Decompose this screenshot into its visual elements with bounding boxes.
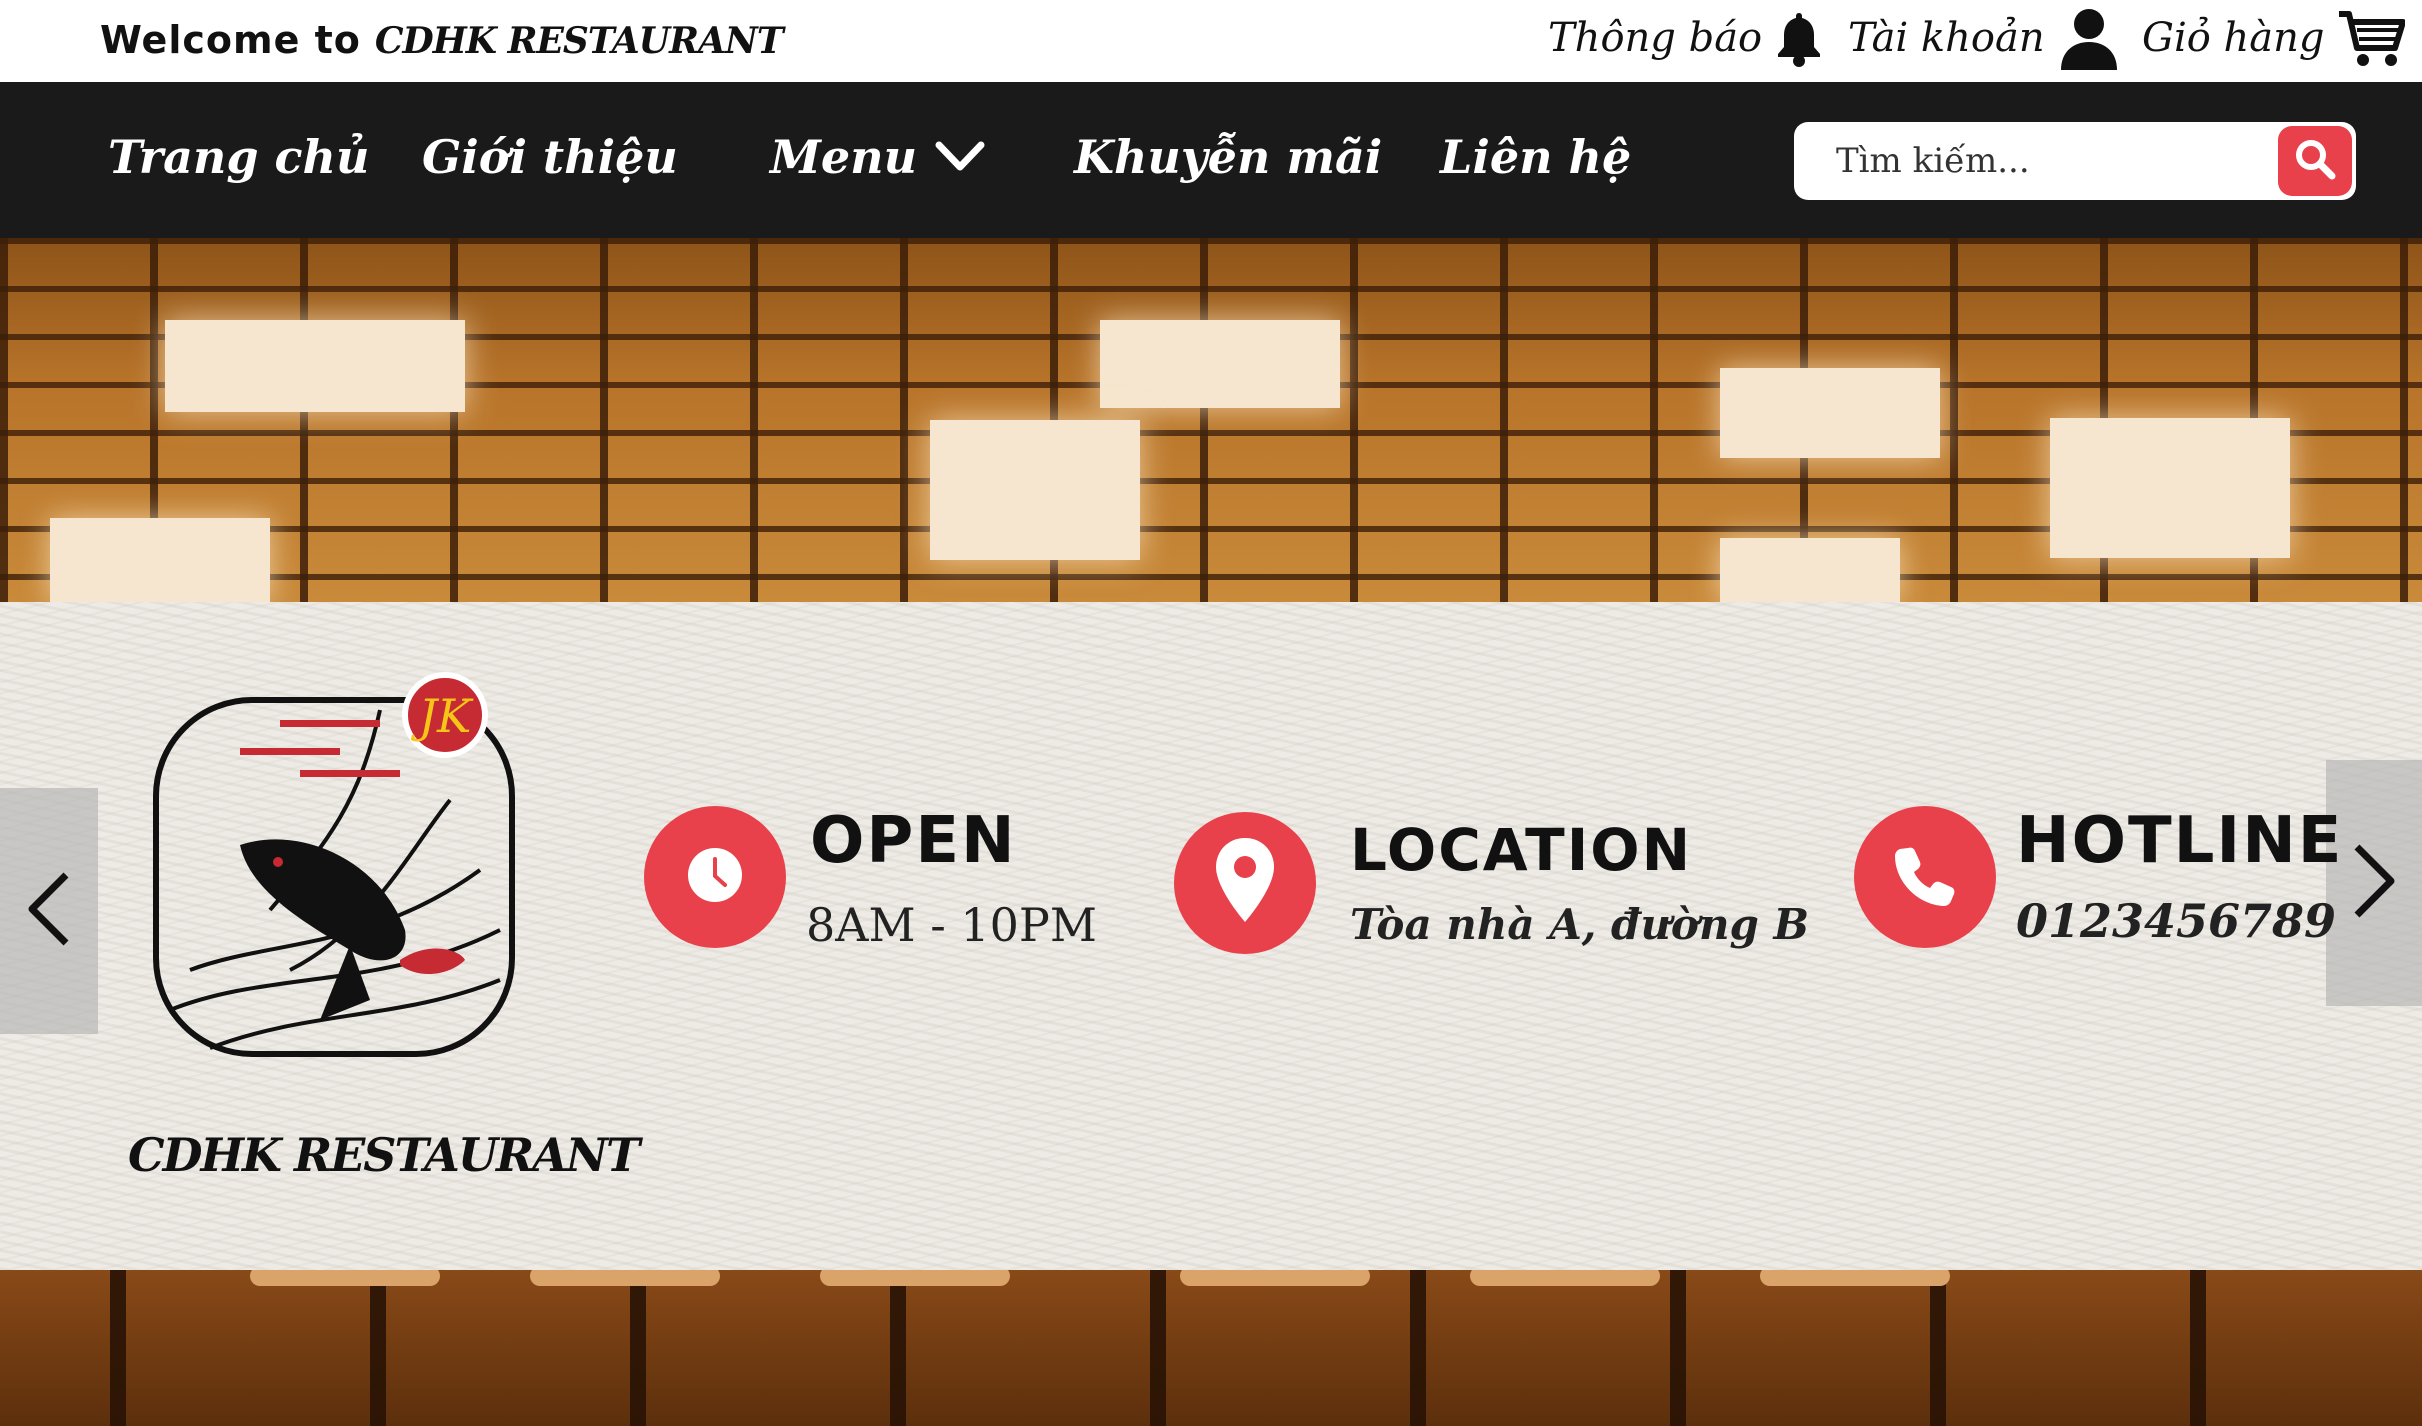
account-label: Tài khoản <box>1848 15 2045 61</box>
nav-item-about[interactable]: Giới thiệu <box>422 122 678 192</box>
ceiling-lamp <box>165 320 465 412</box>
search-icon <box>2293 137 2337 185</box>
carousel-prev-button[interactable] <box>0 788 98 1034</box>
ceiling-lamp <box>1720 368 1940 458</box>
nav-item-contact[interactable]: Liên hệ <box>1440 122 1631 192</box>
top-bar: Welcome to CDHK RESTAURANT Thông báo Tài … <box>0 0 2422 82</box>
logo-name: CDHK RESTAURANT <box>128 1128 640 1182</box>
open-value: 8AM - 10PM <box>806 898 1097 952</box>
open-hours-badge <box>644 806 786 948</box>
nav-item-label: Khuyễn mãi <box>1074 130 1383 184</box>
clock-icon <box>685 845 745 909</box>
nav-item-menu[interactable]: Menu <box>770 122 985 192</box>
search-input[interactable] <box>1836 122 2256 200</box>
location-value: Tòa nhà A, đường B <box>1350 900 1809 949</box>
main-navbar: Trang chủ Giới thiệu Menu Khuyễn mãi Liê… <box>0 82 2422 238</box>
chevron-down-icon <box>935 130 985 184</box>
welcome-brand: CDHK RESTAURANT <box>374 20 784 62</box>
open-title: OPEN <box>810 804 1017 878</box>
welcome-prefix: Welcome to <box>100 18 361 62</box>
nav-item-label: Liên hệ <box>1440 130 1632 184</box>
search-box <box>1794 122 2356 200</box>
svg-text:JK: JK <box>411 689 474 743</box>
carousel-next-button[interactable] <box>2326 760 2422 1006</box>
restaurant-logo: JK <box>150 670 520 1060</box>
ceiling-lamp <box>2050 418 2290 558</box>
hotline-title: HOTLINE <box>2016 804 2344 878</box>
nav-item-label: Menu <box>770 130 918 184</box>
welcome-text: Welcome to CDHK RESTAURANT <box>100 18 784 62</box>
hero-background-floor <box>0 1268 2422 1426</box>
ceiling-lamp <box>50 518 270 603</box>
hotline-value: 0123456789 <box>2016 894 2337 948</box>
hotline-badge <box>1854 806 1996 948</box>
location-title: LOCATION <box>1350 816 1693 884</box>
bell-icon <box>1774 9 1824 67</box>
map-pin-icon <box>1213 836 1277 930</box>
ceiling-lamp <box>930 420 1140 560</box>
nav-item-label: Trang chủ <box>108 130 370 184</box>
ceiling-lamp <box>1100 320 1340 408</box>
cart-icon <box>2337 8 2405 68</box>
notifications-label: Thông báo <box>1548 15 1763 61</box>
nav-item-promotions[interactable]: Khuyễn mãi <box>1074 122 1382 192</box>
cart-link[interactable]: Giỏ hàng <box>2142 8 2405 68</box>
user-icon <box>2057 6 2121 70</box>
location-badge <box>1174 812 1316 954</box>
nav-item-home[interactable]: Trang chủ <box>108 122 369 192</box>
chevron-left-icon <box>24 869 74 953</box>
notifications-link[interactable]: Thông báo <box>1548 8 1824 68</box>
nav-item-label: Giới thiệu <box>422 130 678 184</box>
chevron-right-icon <box>2349 841 2399 925</box>
cart-label: Giỏ hàng <box>2142 15 2325 61</box>
phone-icon <box>1894 844 1956 910</box>
account-link[interactable]: Tài khoản <box>1848 6 2121 70</box>
ceiling-lamp <box>1720 538 1900 603</box>
search-button[interactable] <box>2278 126 2352 196</box>
